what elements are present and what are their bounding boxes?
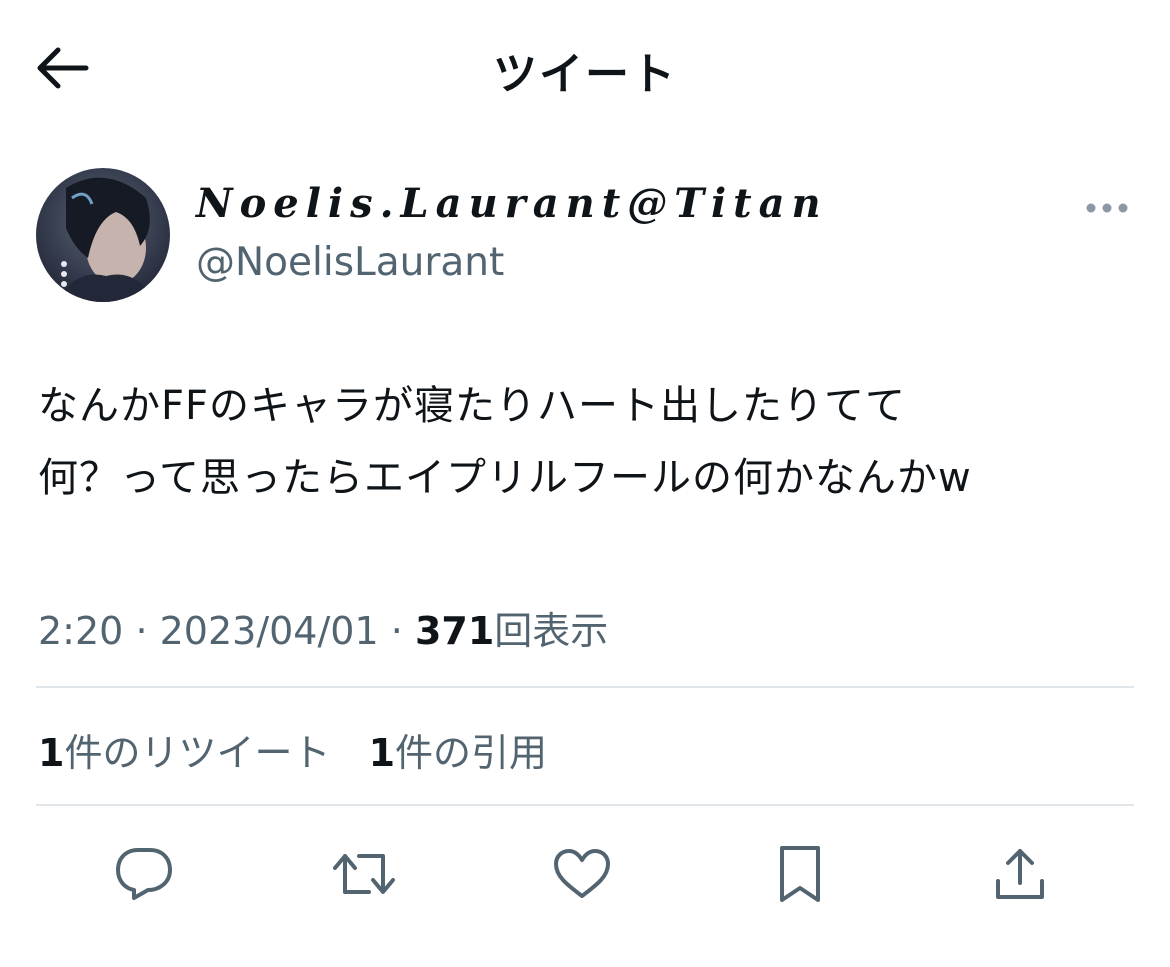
share-icon xyxy=(996,849,1044,899)
retweet-icon xyxy=(333,854,395,894)
tweet-meta: 2:20 · 2023/04/01 · 371回表示 xyxy=(38,600,608,655)
reply-button[interactable] xyxy=(106,836,182,912)
page-title: ツイート xyxy=(493,49,677,100)
quotes-stat[interactable]: 1件の引用 xyxy=(369,731,547,775)
views-label: 回表示 xyxy=(494,609,609,653)
more-horizontal-icon xyxy=(1086,203,1128,213)
retweets-stat[interactable]: 1件のリツイート xyxy=(38,731,330,775)
top-bar: ツイート xyxy=(0,0,1170,135)
tweet-text-line: 何？って思ったらエイプリルフールの何かなんかw xyxy=(38,455,972,501)
like-button[interactable] xyxy=(544,836,620,912)
action-bar xyxy=(0,830,1170,920)
divider xyxy=(36,686,1134,688)
retweets-label: 件のリツイート xyxy=(64,731,331,775)
bookmark-button[interactable] xyxy=(762,836,838,912)
tweet-date[interactable]: 2023/04/01 xyxy=(160,609,379,653)
reply-icon xyxy=(116,848,172,900)
tweet-time[interactable]: 2:20 xyxy=(38,609,123,653)
heart-icon xyxy=(554,849,610,898)
retweet-button[interactable] xyxy=(326,836,402,912)
views-count: 371 xyxy=(414,609,495,653)
retweets-count: 1 xyxy=(38,731,65,775)
tweet-stats: 1件のリツイート 1件の引用 xyxy=(38,722,573,777)
author-display-name[interactable]: Noelis.Laurant@Titan xyxy=(196,180,828,227)
bookmark-icon xyxy=(780,846,820,902)
meta-separator: · xyxy=(390,609,403,653)
tweet-text-line: なんかFFのキャラが寝たりハート出したりてて xyxy=(38,383,907,429)
tweet-text: なんかFFのキャラが寝たりハート出したりてて 何？って思ったらエイプリルフールの… xyxy=(38,380,1148,524)
divider xyxy=(36,804,1134,806)
quotes-label: 件の引用 xyxy=(395,731,548,775)
meta-separator: · xyxy=(135,609,148,653)
author-handle[interactable]: @NoelisLaurant xyxy=(196,240,504,285)
quotes-count: 1 xyxy=(368,731,396,775)
avatar[interactable] xyxy=(36,168,170,302)
share-button[interactable] xyxy=(982,836,1058,912)
more-button[interactable] xyxy=(1082,188,1132,228)
